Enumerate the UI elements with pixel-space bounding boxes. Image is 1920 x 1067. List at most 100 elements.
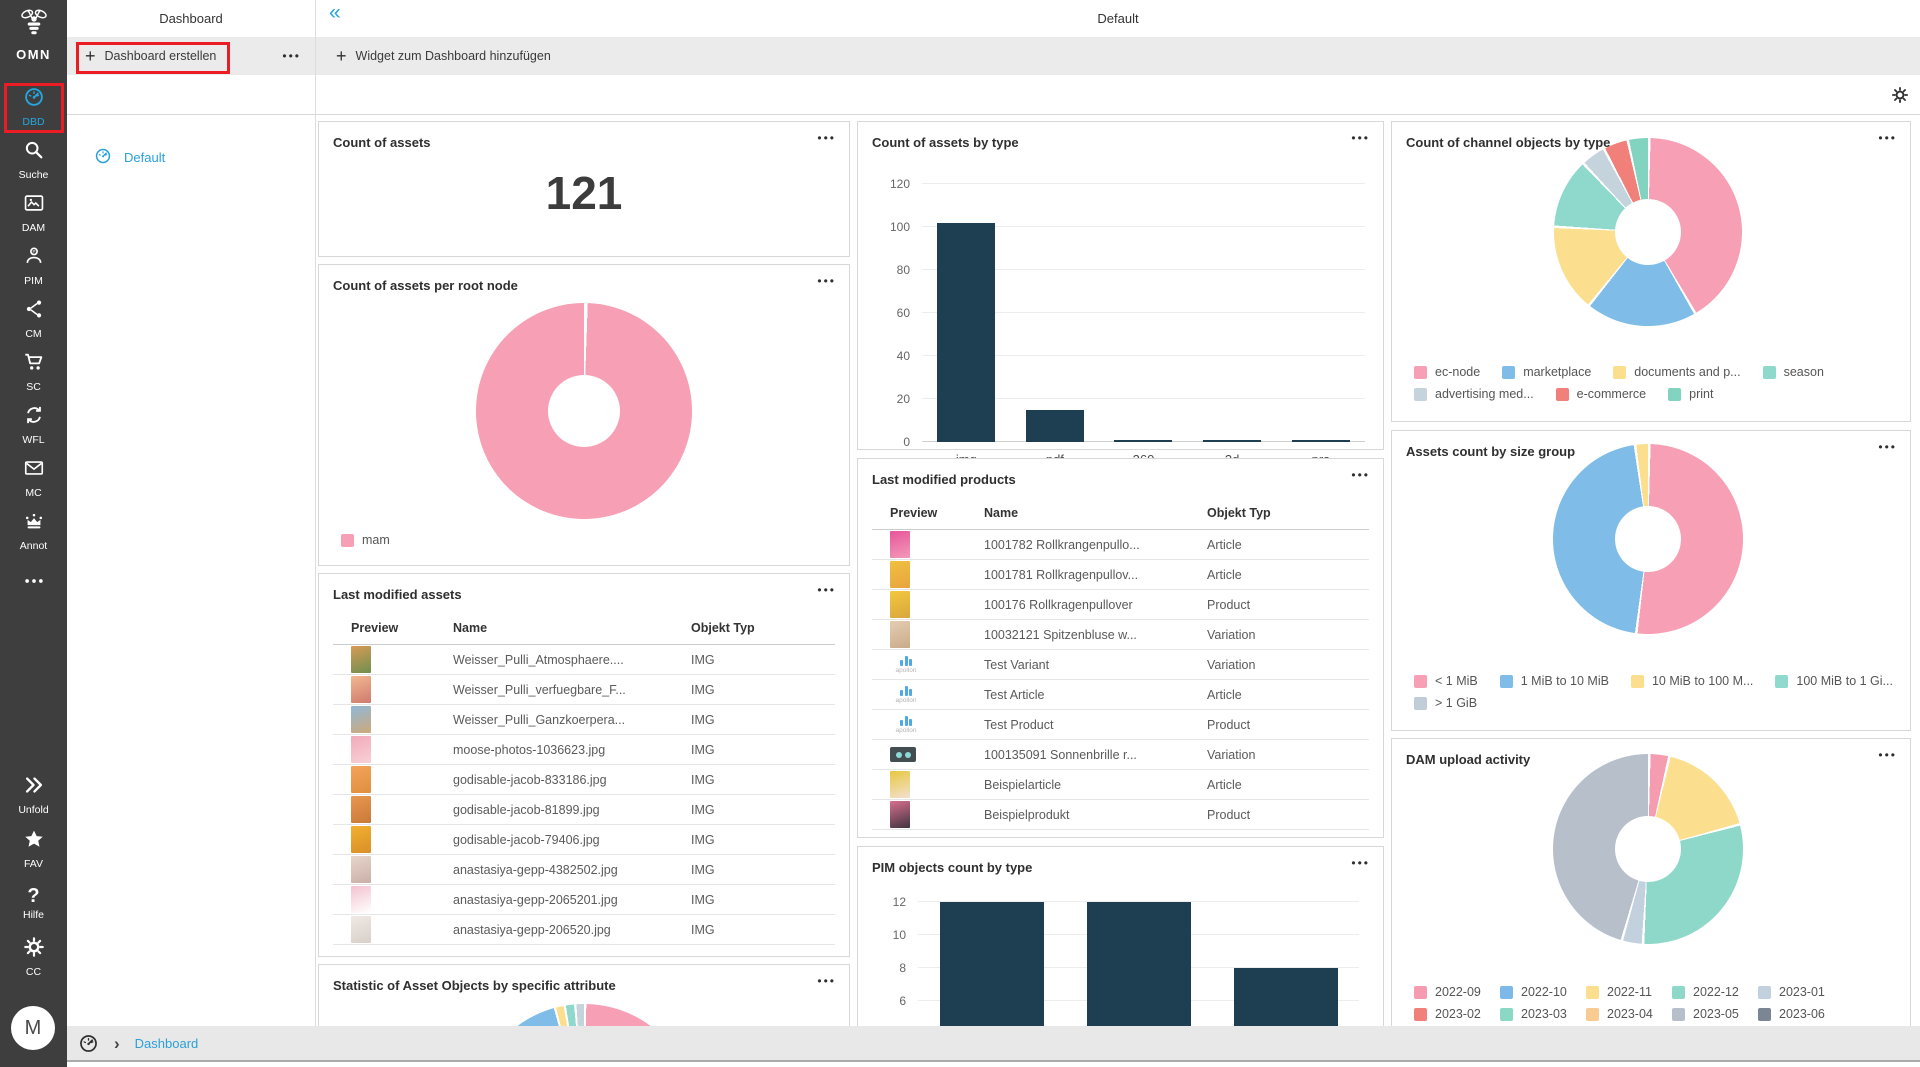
legend-label: 100 MiB to 1 Gi...	[1796, 674, 1893, 688]
widget-menu-icon[interactable]: •••	[1351, 856, 1370, 870]
sidebar-item-cm[interactable]: CM	[0, 292, 67, 345]
sidebar-item-fav[interactable]: FAV	[0, 822, 67, 876]
widget-menu-icon[interactable]: •••	[817, 274, 836, 288]
name-cell: godisable-jacob-833186.jpg	[453, 765, 691, 795]
table-row[interactable]: anastasiya-gepp-206520.jpgIMG	[333, 915, 835, 945]
table-row[interactable]: anastasiya-gepp-2065201.jpgIMG	[333, 885, 835, 915]
sidebar-item-more[interactable]	[0, 557, 67, 610]
legend-item[interactable]: 10 MiB to 100 M...	[1631, 674, 1753, 688]
legend-label: 2022-11	[1607, 985, 1652, 999]
sidebar-item-mc[interactable]: MC	[0, 451, 67, 504]
widget-menu-icon[interactable]: •••	[1878, 131, 1897, 145]
legend-item[interactable]: 100 MiB to 1 Gi...	[1775, 674, 1893, 688]
legend-item[interactable]: > 1 GiB	[1414, 696, 1477, 710]
table-row[interactable]: apollonTest VariantVariation	[872, 650, 1369, 680]
name-cell: godisable-jacob-79406.jpg	[453, 825, 691, 855]
legend-item[interactable]: 2022-10	[1500, 985, 1586, 999]
sidebar-item-sc[interactable]: SC	[0, 345, 67, 398]
legend-item[interactable]: season	[1763, 365, 1824, 379]
widget-menu-icon[interactable]: •••	[817, 583, 836, 597]
legend-item[interactable]: 2023-04	[1586, 1007, 1672, 1021]
gauge-icon[interactable]	[67, 1033, 99, 1054]
bar	[1203, 440, 1261, 442]
legend-item[interactable]: 1 MiB to 10 MiB	[1500, 674, 1609, 688]
widget-assets-by-type: Count of assets by type ••• 020406080100…	[857, 121, 1384, 450]
name-cell: godisable-jacob-81899.jpg	[453, 795, 691, 825]
widget-menu-icon[interactable]: •••	[1878, 440, 1897, 454]
table-row[interactable]: Weisser_Pulli_verfuegbare_F...IMG	[333, 675, 835, 705]
legend-item[interactable]: 2022-12	[1672, 985, 1758, 999]
legend-item[interactable]: < 1 MiB	[1414, 674, 1478, 688]
legend-item[interactable]: 2023-02	[1414, 1007, 1500, 1021]
legend-item[interactable]: marketplace	[1502, 365, 1591, 379]
table-row[interactable]: 100176 RollkragenpulloverProduct	[872, 590, 1369, 620]
table-row[interactable]: apollonTest ProductProduct	[872, 710, 1369, 740]
thumbnail-image	[890, 531, 910, 558]
legend-item[interactable]: mam	[341, 533, 390, 547]
legend-item[interactable]: 2023-03	[1500, 1007, 1586, 1021]
sidebar-item-pim[interactable]: PPIM	[0, 239, 67, 292]
table-row[interactable]: godisable-jacob-833186.jpgIMG	[333, 765, 835, 795]
app-logo[interactable]: OMN	[0, 0, 67, 62]
name-cell: Test Variant	[984, 650, 1207, 680]
table-row[interactable]: 1001782 Rollkrangenpullo...Article	[872, 530, 1369, 560]
widget-count-of-assets: Count of assets ••• 121	[318, 121, 850, 257]
sidebar-item-unfold[interactable]: Unfold	[0, 768, 67, 822]
table-row[interactable]: godisable-jacob-81899.jpgIMG	[333, 795, 835, 825]
widget-menu-icon[interactable]: •••	[817, 131, 836, 145]
table-row[interactable]: godisable-jacob-79406.jpgIMG	[333, 825, 835, 855]
table-row[interactable]: BeispielarticleArticle	[872, 770, 1369, 800]
sidebar-item-cc[interactable]: CC	[0, 930, 67, 984]
table-row[interactable]: 100135091 Sonnenbrille r...Variation	[872, 740, 1369, 770]
legend-item[interactable]: 2023-06	[1758, 1007, 1844, 1021]
dashboard-list-item-default[interactable]: Default	[67, 140, 315, 174]
table-row[interactable]: 1001781 Rollkragenpullov...Article	[872, 560, 1369, 590]
table-row[interactable]: anastasiya-gepp-4382502.jpgIMG	[333, 855, 835, 885]
widget-menu-icon[interactable]: •••	[1878, 748, 1897, 762]
sidebar-item-hilfe[interactable]: ?Hilfe	[0, 876, 67, 930]
legend-item[interactable]: 2023-05	[1672, 1007, 1758, 1021]
name-cell: Test Product	[984, 710, 1207, 740]
legend-label: 10 MiB to 100 M...	[1652, 674, 1753, 688]
widget-menu-icon[interactable]: •••	[1351, 131, 1370, 145]
table-row[interactable]: moose-photos-1036623.jpgIMG	[333, 735, 835, 765]
legend-item[interactable]: 2023-01	[1758, 985, 1844, 999]
table-row[interactable]: 10032121 Spitzenbluse w...Variation	[872, 620, 1369, 650]
add-widget-button[interactable]: + Widget zum Dashboard hinzufügen	[316, 37, 551, 75]
legend-label: print	[1689, 387, 1713, 401]
table-row[interactable]: BeispielproduktProduct	[872, 800, 1369, 830]
legend-item[interactable]: print	[1668, 387, 1713, 401]
legend-swatch	[1500, 675, 1513, 688]
panel-more-menu-icon[interactable]: •••	[282, 49, 301, 63]
avatar[interactable]: M	[11, 1006, 55, 1050]
object-type-cell: Product	[1207, 710, 1369, 740]
object-type-cell: Variation	[1207, 620, 1369, 650]
sidebar-item-annot[interactable]: Annot	[0, 504, 67, 557]
widget-menu-icon[interactable]: •••	[817, 974, 836, 988]
widget-menu-icon[interactable]: •••	[1351, 468, 1370, 482]
legend-item[interactable]: ec-node	[1414, 365, 1480, 379]
legend-item[interactable]: 2022-09	[1414, 985, 1500, 999]
name-cell: Beispielarticle	[984, 770, 1207, 800]
legend-item[interactable]: e-commerce	[1556, 387, 1646, 401]
sidebar-item-suche[interactable]: Suche	[0, 133, 67, 186]
table-row[interactable]: apollonTest ArticleArticle	[872, 680, 1369, 710]
object-type-cell: IMG	[691, 915, 835, 945]
table-row[interactable]: Weisser_Pulli_Atmosphaere....IMG	[333, 645, 835, 675]
sidebar-item-dbd[interactable]: DBD	[0, 80, 67, 133]
object-type-cell: IMG	[691, 885, 835, 915]
legend-label: > 1 GiB	[1435, 696, 1477, 710]
object-type-cell: Product	[1207, 800, 1369, 830]
legend-item[interactable]: advertising med...	[1414, 387, 1534, 401]
y-tick-label: 12	[893, 895, 906, 909]
create-dashboard-button[interactable]: + Dashboard erstellen	[67, 37, 216, 75]
legend-item[interactable]: 2022-11	[1586, 985, 1672, 999]
sidebar-item-wfl[interactable]: WFL	[0, 398, 67, 451]
legend-item[interactable]: documents and p...	[1613, 365, 1740, 379]
gauge-icon	[94, 147, 112, 168]
collapse-panel-icon[interactable]: «	[329, 1, 341, 25]
sidebar-item-dam[interactable]: DAM	[0, 186, 67, 239]
donut-chart	[476, 303, 692, 519]
table-row[interactable]: Weisser_Pulli_Ganzkoerpera...IMG	[333, 705, 835, 735]
breadcrumb-dashboard-link[interactable]: Dashboard	[135, 1036, 199, 1051]
